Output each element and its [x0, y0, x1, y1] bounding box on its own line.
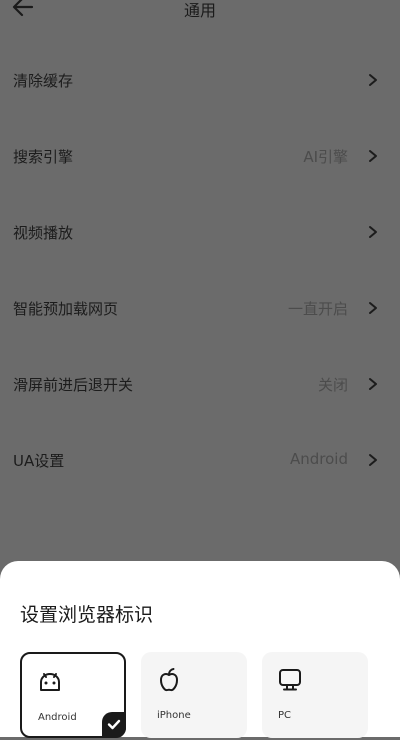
setting-video-playback[interactable]: 视频播放 [0, 212, 400, 252]
setting-label: 智能预加载网页 [13, 300, 119, 318]
chevron-right-icon [369, 454, 377, 466]
bottom-sheet: 设置浏览器标识 Android iPhone PC [0, 561, 400, 738]
ua-option-iphone[interactable]: iPhone [141, 652, 247, 738]
setting-swipe-navigation[interactable]: 滑屏前进后退开关 关闭 [0, 364, 400, 404]
apple-icon [160, 668, 178, 692]
setting-search-engine[interactable]: 搜索引擎 AI引擎 [0, 136, 400, 176]
ua-option-android[interactable]: Android [20, 652, 126, 738]
ua-option-label: iPhone [157, 710, 191, 721]
chevron-right-icon [369, 378, 377, 390]
setting-value: 一直开启 [287, 300, 348, 318]
setting-label: UA设置 [13, 452, 65, 470]
setting-label: 视频播放 [13, 224, 74, 242]
setting-label: 滑屏前进后退开关 [13, 376, 134, 394]
selected-badge [102, 712, 126, 736]
setting-smart-preload[interactable]: 智能预加载网页 一直开启 [0, 288, 400, 328]
ua-option-label: Android [38, 712, 77, 723]
chevron-right-icon [369, 74, 377, 86]
check-icon [107, 719, 121, 730]
setting-ua[interactable]: UA设置 Android [0, 440, 400, 480]
setting-label: 清除缓存 [13, 72, 74, 90]
chevron-right-icon [369, 226, 377, 238]
chevron-right-icon [369, 302, 377, 314]
header: 通用 [0, 0, 400, 22]
sheet-title: 设置浏览器标识 [20, 604, 154, 626]
android-icon [40, 673, 60, 691]
ua-option-label: PC [278, 710, 292, 721]
chevron-right-icon [369, 150, 377, 162]
setting-clear-cache[interactable]: 清除缓存 [0, 60, 400, 100]
setting-value: 关闭 [317, 376, 348, 394]
page-title: 通用 [183, 1, 216, 20]
setting-label: 搜索引擎 [13, 148, 74, 166]
setting-value: Android [290, 450, 348, 468]
ua-option-pc[interactable]: PC [262, 652, 368, 738]
monitor-icon [279, 669, 301, 691]
setting-value: AI引擎 [303, 148, 348, 166]
